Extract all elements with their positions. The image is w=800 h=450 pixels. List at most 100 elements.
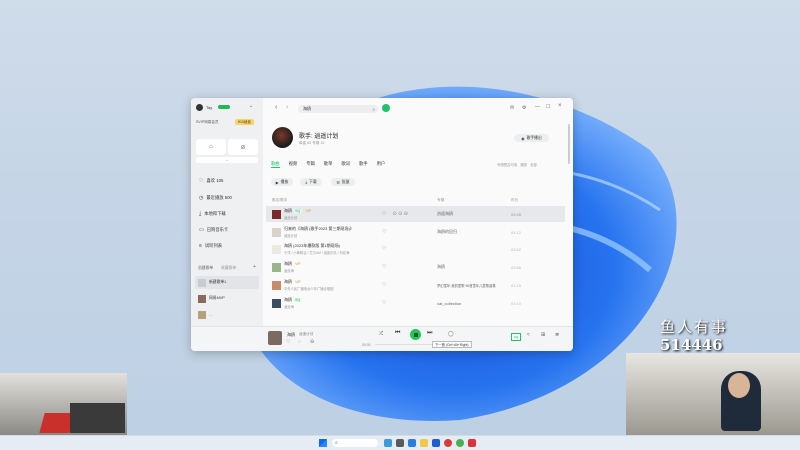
tab-users[interactable]: 用户: [377, 161, 386, 168]
download-button[interactable]: ⤓ 下载: [300, 178, 322, 186]
like-icon[interactable]: ♡: [382, 264, 386, 270]
download-icon: ⤓: [199, 211, 202, 217]
comment-icon[interactable]: ◌: [298, 339, 301, 345]
like-icon[interactable]: ♡: [382, 229, 386, 235]
song-duration: 01:15: [511, 282, 522, 288]
more-icons[interactable]: ⊙ ⊙ ⊖: [392, 211, 407, 217]
batch-button[interactable]: ☰ 批量: [331, 178, 355, 186]
taskbar-app-icon[interactable]: [384, 439, 392, 447]
quality-icon[interactable]: SQ: [511, 333, 521, 341]
tab-option[interactable]: 全部: [530, 162, 537, 167]
table-row[interactable]: 海鸥 VIP 中央人民广播电台少年广播合唱团 ♡ 梦幻童年·我的童歌·50首童年…: [266, 277, 565, 293]
forward-icon[interactable]: ›: [286, 104, 288, 111]
taskbar-app-icon[interactable]: [432, 439, 440, 447]
folder-icon[interactable]: [420, 439, 428, 447]
taskbar-app-icon[interactable]: [468, 439, 476, 447]
next-icon[interactable]: ⏭: [427, 330, 432, 337]
song-info: 海鸥 SQ 逍遥海: [284, 297, 362, 309]
back-icon[interactable]: ‹: [275, 104, 277, 111]
more-icon[interactable]: ⊖: [310, 339, 314, 345]
taskbar-app-icon[interactable]: [456, 439, 464, 447]
vip-renew-button[interactable]: ¥10续费: [235, 119, 254, 125]
table-row[interactable]: 海鸥 SQ 逍遥海 ♡ cat_collection 03:10: [266, 295, 565, 311]
tabs-right-options: 专辑是否可用 播放 全部: [497, 162, 537, 167]
vip-text: SVIP网易会员: [196, 120, 219, 124]
search-input[interactable]: 海鸥 ⌕: [298, 105, 378, 113]
effect-icon[interactable]: ≈: [527, 332, 530, 338]
user-name[interactable]: Tay: [206, 105, 212, 110]
settings-icon[interactable]: ⚙: [522, 105, 526, 111]
minimize-icon[interactable]: —: [535, 104, 540, 110]
play-all-button[interactable]: ▶ 播放: [271, 178, 293, 186]
artist-radio-button[interactable]: ◉ 歌手播出: [514, 134, 549, 142]
song-album[interactable]: cat_collection: [437, 301, 461, 306]
hires-badge: SQ: [293, 209, 303, 213]
table-row[interactable]: 海鸥 VIP 逍遥海 ♡ 海鸥 03:58: [266, 259, 565, 275]
section-collected[interactable]: 收藏歌单: [221, 266, 236, 271]
table-row[interactable]: 海鸥 SQ VIP 逍遥计划 ♡ ⊙ ⊙ ⊖ 逍遥海鸥 03:45: [266, 206, 565, 222]
like-icon[interactable]: ♡: [382, 300, 386, 306]
now-playing-cover[interactable]: [268, 331, 282, 345]
song-album[interactable]: 海鸥的回归: [437, 229, 457, 235]
playlist-item[interactable]: 网易MVP: [195, 292, 259, 305]
tab-videos[interactable]: 视频: [289, 161, 298, 168]
search-icon[interactable]: ⌕: [372, 107, 375, 112]
lyrics-icon[interactable]: ◯: [448, 331, 454, 337]
now-playing-title[interactable]: 海鸥: [287, 332, 295, 338]
taskbar-app-icon[interactable]: [408, 439, 416, 447]
now-playing-artist[interactable]: 逍遥计划: [299, 332, 313, 337]
discover-button[interactable]: ⊘: [228, 139, 258, 155]
chevron-down-icon[interactable]: ⌄: [249, 103, 253, 109]
song-album[interactable]: 逍遥海鸥: [437, 211, 453, 217]
like-icon[interactable]: ♡: [382, 211, 386, 217]
playlist-icon[interactable]: ≣: [555, 332, 559, 338]
home-button[interactable]: ⌂: [196, 139, 226, 155]
taskbar-search[interactable]: ⌕: [332, 439, 378, 447]
face: [728, 373, 750, 398]
tab-lyrics[interactable]: 歌词: [341, 161, 350, 168]
tab-playlists[interactable]: 歌单: [324, 161, 333, 168]
player-heart-icon[interactable]: ♡: [286, 339, 290, 345]
tab-songs[interactable]: 歌曲: [271, 161, 280, 168]
avatar[interactable]: [196, 104, 203, 111]
song-artist: 逍遥计划: [284, 216, 298, 220]
stream-id: 514446: [660, 336, 723, 354]
sidebar-item-local[interactable]: ⤓ 本地和下载: [199, 209, 226, 219]
download-icon: ⤓: [305, 180, 308, 184]
sidebar-item-purchased[interactable]: ▭ 已购音乐卡: [199, 225, 228, 235]
mail-icon[interactable]: ✉: [510, 105, 514, 111]
taskbar-app-icon[interactable]: [444, 439, 452, 447]
scrollbar[interactable]: [568, 124, 570, 164]
tab-option[interactable]: 播放: [520, 162, 527, 167]
song-album[interactable]: 梦幻童年·我的童歌·50首童年儿童歌曲集: [437, 283, 503, 288]
playlist-cover: [198, 310, 206, 319]
sidebar-item-trial[interactable]: ≡ 试听列表: [199, 241, 222, 251]
tab-albums[interactable]: 专辑: [306, 161, 315, 168]
desktop-lyrics-icon[interactable]: ⊞: [541, 332, 545, 338]
tab-option[interactable]: 专辑是否可用: [497, 162, 517, 167]
sidebar-item-liked[interactable]: ♡ 喜欢 105: [199, 176, 223, 186]
playlist-item[interactable]: 新建歌单1: [195, 276, 259, 289]
artist-avatar[interactable]: [272, 127, 293, 148]
taskbar-app-icon[interactable]: [396, 439, 404, 447]
section-created[interactable]: 创建歌单: [198, 266, 213, 271]
like-icon[interactable]: ♡: [382, 282, 386, 288]
add-playlist-icon[interactable]: +: [253, 264, 256, 270]
like-icon[interactable]: ♡: [382, 246, 386, 252]
playlist-item[interactable]: …: [195, 308, 259, 321]
shuffle-icon[interactable]: ⤮: [379, 331, 383, 337]
tooltip: 下一首 (Ctrl+Alt+Right): [432, 341, 472, 348]
voice-search-icon[interactable]: [382, 104, 390, 112]
song-duration: 03:45: [511, 211, 522, 217]
collapse-bar[interactable]: ⌄: [196, 157, 258, 163]
song-album[interactable]: 海鸥: [437, 264, 445, 270]
sidebar-item-recent[interactable]: ◷ 最近播放 500: [199, 193, 232, 203]
table-row[interactable]: 归来的《海鸥 (歌手2023 第三期现场)》 逍遥计划 ♡ 海鸥的回归 04:1…: [266, 224, 565, 240]
table-row[interactable]: 海鸥 (2023年爆款版 第1期现场) 于洋 / 小黄鸭合 / 艾尔AM / 逍…: [266, 241, 565, 257]
play-pause-button[interactable]: [410, 329, 421, 340]
windows-start-icon[interactable]: [319, 439, 327, 447]
close-icon[interactable]: ×: [558, 103, 562, 109]
maximize-icon[interactable]: ☐: [546, 104, 550, 110]
tab-artists[interactable]: 歌手: [359, 161, 368, 168]
prev-icon[interactable]: ⏮: [395, 330, 400, 337]
